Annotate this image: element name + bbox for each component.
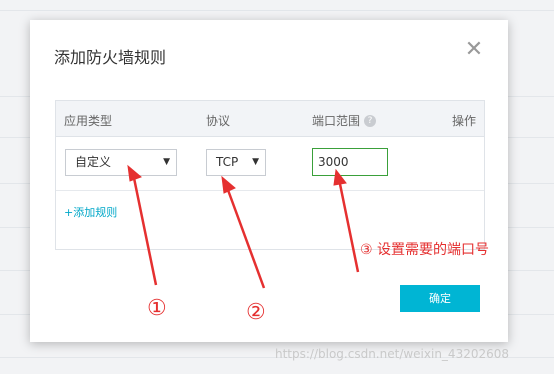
- dropdown-arrow-icon: ▼: [252, 157, 259, 167]
- annotation-marker-2: ②: [246, 300, 266, 325]
- rule-table: 应用类型 协议 端口范围 ? 操作 自定义 ▼ TCP ▼ +添加规则: [55, 100, 485, 250]
- add-rule-link[interactable]: +添加规则: [64, 204, 117, 220]
- annotation-marker-1: ①: [147, 296, 167, 321]
- header-app-type: 应用类型: [64, 114, 113, 128]
- firewall-rule-dialog: 添加防火墙规则 ✕ 应用类型 协议 端口范围 ? 操作 自定义 ▼ TCP ▼ …: [30, 20, 508, 342]
- help-icon[interactable]: ?: [364, 114, 377, 127]
- row-divider: [56, 190, 484, 191]
- protocol-value: TCP: [216, 155, 239, 169]
- app-type-value: 自定义: [75, 155, 112, 169]
- table-header: 应用类型 协议 端口范围 ? 操作: [56, 101, 484, 137]
- protocol-select[interactable]: TCP ▼: [206, 149, 266, 176]
- app-type-select[interactable]: 自定义 ▼: [65, 149, 177, 176]
- close-icon[interactable]: ✕: [464, 39, 484, 61]
- header-protocol: 协议: [206, 114, 231, 128]
- header-port-range: 端口范围 ?: [312, 112, 377, 129]
- watermark: https://blog.csdn.net/weixin_43202608: [275, 347, 510, 361]
- annotation-marker-3: ③ 设置需要的端口号: [360, 242, 490, 258]
- port-range-input[interactable]: [312, 148, 388, 176]
- header-operation: 操作: [451, 114, 476, 128]
- dropdown-arrow-icon: ▼: [163, 157, 170, 167]
- dialog-title: 添加防火墙规则: [54, 48, 167, 67]
- header-port-range-label: 端口范围: [312, 114, 361, 128]
- confirm-button[interactable]: 确定: [400, 285, 480, 312]
- bg-divider: [0, 10, 554, 11]
